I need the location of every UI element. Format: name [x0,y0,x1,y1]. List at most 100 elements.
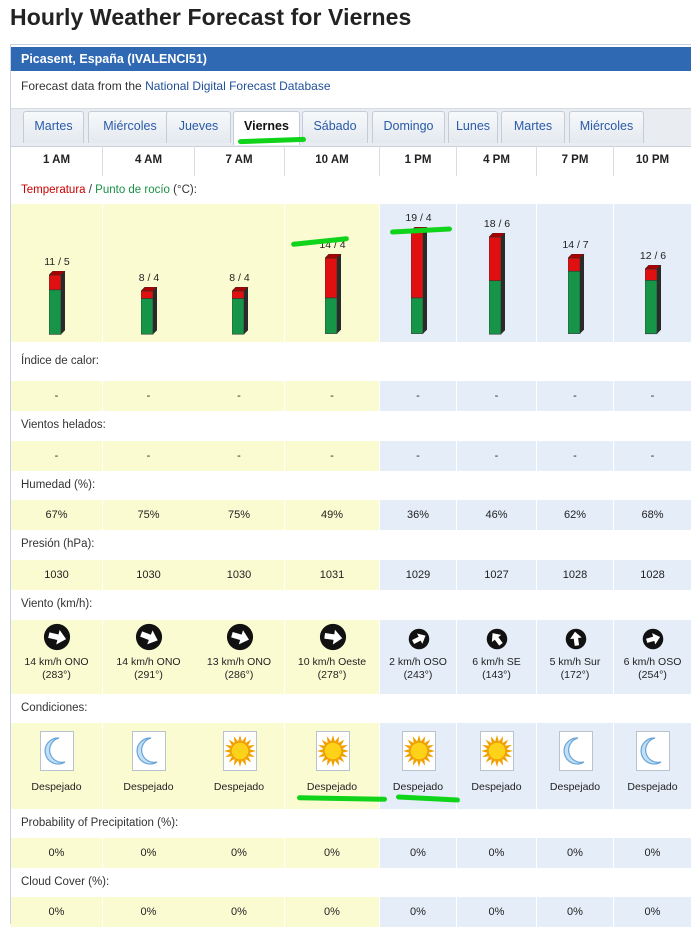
wind-speed: 14 km/h ONO [116,656,181,668]
temp-label-t: Temperatura [21,184,86,196]
heat-index-cell: - [103,381,195,411]
temperature-value: 18 / 6 [483,217,511,230]
condition-text: Despejado [392,781,444,793]
humidity-cell: 46% [457,500,537,530]
wind-speed: 6 km/h SE [472,656,521,668]
wind-speed: 5 km/h Sur [549,656,601,668]
bar-side-face [501,232,505,334]
moon-icon [636,731,670,771]
pressure-cell: 1030 [103,560,195,590]
sun-icon [315,731,350,771]
wind-speed: 2 km/h OSO [389,656,447,668]
wind-speed: 13 km/h ONO [206,656,272,668]
wind-chill-cell: - [380,441,457,471]
temperature-bar-segment [141,290,154,299]
wind-chill-cell: - [11,441,103,471]
conditions-label-text: Condiciones: [21,702,88,714]
precipitation-cell: 0% [380,838,457,868]
tab-7[interactable]: Lunes [448,111,498,143]
temperature-value: 19 / 4 [405,212,432,225]
pressure-label: Presión (hPa): [11,530,691,559]
pressure-cell: 1027 [457,560,537,590]
heat-index-cell: - [380,381,457,411]
time-header: 10 AM [285,146,380,176]
condition-cell: Despejado [103,723,195,809]
temperature-bar [410,227,427,335]
wind-speed: 14 km/h ONO [24,656,89,668]
bar-side-face [579,254,584,334]
bar-side-face [657,265,661,334]
time-header: 1 AM [11,146,103,176]
condition-text: Despejado [306,781,358,793]
temperature-label: Temperatura / Punto de rocío (°C): [11,176,691,204]
wind-chill-cell: - [285,441,380,471]
wind-text: 5 km/h Sur (172°) [537,656,613,682]
temperature-bar [141,286,158,335]
wind-degrees: (172°) [560,669,590,681]
tab-5[interactable]: Sábado [302,111,368,143]
precipitation-label-text: Probability of Precipitation (%): [21,817,179,829]
tab-6[interactable]: Domingo [372,111,445,143]
temperature-bar-segment [567,258,580,272]
pressure-label-text: Presión (hPa): [21,538,95,550]
pressure-cell: 1028 [614,560,691,590]
sun-icon [401,731,436,771]
temperature-bar [231,286,248,335]
precipitation-cell: 0% [457,838,537,868]
time-header: 10 PM [614,146,691,176]
temp-label-sep: / [85,184,96,196]
time-header-row: 1 AM 4 AM 7 AM 10 AM 1 PM 4 PM 7 PM 10 PM [11,146,691,176]
temperature-value: 14 / 7 [562,239,589,252]
temperature-value: 11 / 5 [44,255,70,268]
source-link[interactable]: National Digital Forecast Database [145,79,330,93]
wind-chill-cell: - [103,441,195,471]
temperature-bar-segment [231,290,244,299]
tab-3[interactable]: Jueves [166,111,231,143]
sun-icon [222,731,257,771]
wind-cell: 14 km/h ONO (291°) [103,620,195,694]
wind-cell: 5 km/h Sur (172°) [537,620,614,694]
tab-9[interactable]: Miércoles [569,111,644,143]
wind-degrees: (243°) [403,669,433,681]
condition-cell: Despejado [11,723,103,809]
dewpoint-bar-segment [410,298,423,335]
temperature-bar [645,265,662,335]
temp-label-d: Punto de rocío [95,184,170,196]
bar-side-face [243,286,248,334]
precipitation-cell: 0% [614,838,691,868]
wind-arrow-icon [565,628,586,650]
wind-degrees: (278°) [317,669,347,681]
wind-arrow-icon [226,623,253,651]
wind-text: 2 km/h OSO (243°) [380,656,456,682]
wind-arrow-icon [135,623,163,651]
pressure-cell: 1030 [11,560,103,590]
sun-icon [480,731,514,771]
wind-degrees: (283°) [42,669,71,681]
precipitation-cell: 0% [285,838,380,868]
dewpoint-bar-segment [567,271,580,335]
temperature-value: 8 / 4 [138,271,160,284]
temperature-bar-segment [410,231,423,299]
condition-text: Despejado [471,781,522,793]
tab-1[interactable]: Martes [23,111,84,143]
wind-cell: 13 km/h ONO (286°) [194,620,285,694]
bar-side-face [336,254,341,334]
humidity-cell: 75% [103,500,195,530]
wind-speed: 6 km/h OSO [623,656,682,668]
wind-label: Viento (km/h): [11,590,691,619]
time-header: 7 PM [537,146,614,176]
heat-index-cell: - [285,381,380,411]
page-title: Hourly Weather Forecast for Viernes [10,4,412,30]
wind-chill-cell: - [457,441,537,471]
tab-2[interactable]: Miércoles [88,111,172,143]
temperature-bar-segment [645,268,658,281]
cloud-cover-label: Cloud Cover (%): [11,868,691,897]
condition-text: Despejado [549,781,601,793]
cloud-cover-label-text: Cloud Cover (%): [21,876,110,888]
wind-cell: 10 km/h Oeste (278°) [285,620,380,694]
temp-label-unit: (°C): [169,184,197,196]
humidity-label: Humedad (%): [11,471,691,499]
tab-8[interactable]: Martes [501,111,565,143]
precipitation-cell: 0% [194,838,285,868]
wind-text: 14 km/h ONO (283°) [11,656,102,682]
